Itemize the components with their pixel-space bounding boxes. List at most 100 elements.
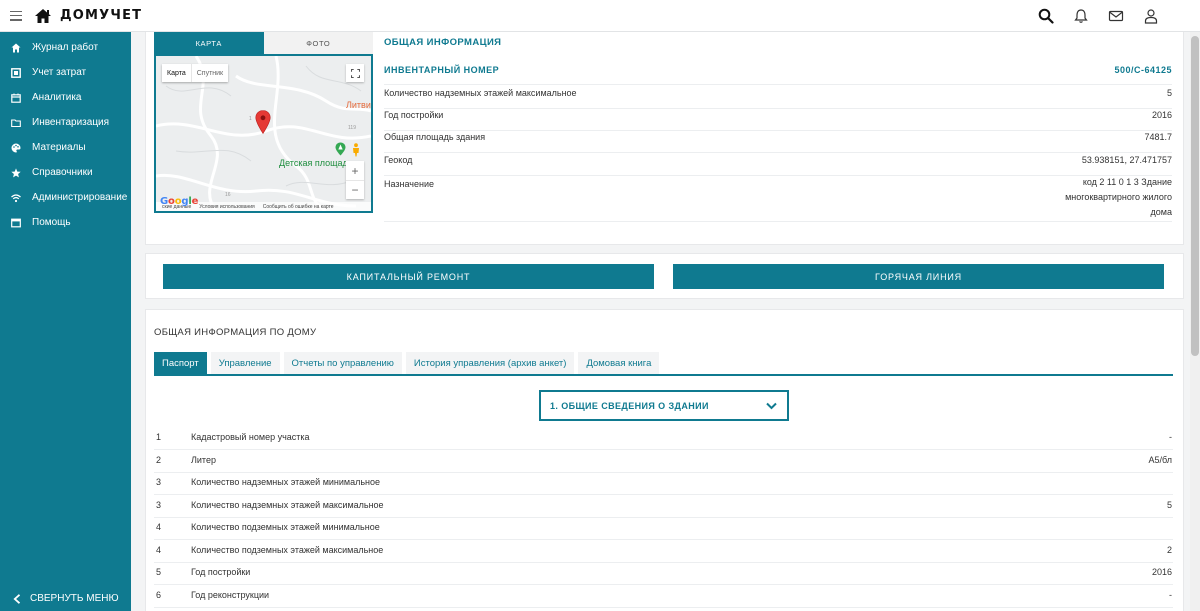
google-logo: Google xyxy=(160,196,199,207)
sidebar-item-help[interactable]: Помощь xyxy=(0,210,131,235)
map-view[interactable]: Карта Спутник 1 119 16 Литви Детская пло… xyxy=(154,54,373,213)
row-label: Год постройки xyxy=(191,567,251,577)
row-number: 3 xyxy=(156,500,162,510)
map-road-label: 16 xyxy=(225,192,231,198)
inventory-number-label: ИНВЕНТАРНЫЙ НОМЕР xyxy=(384,65,500,75)
sidebar-item-label: Помощь xyxy=(32,217,71,228)
search-icon[interactable] xyxy=(1037,7,1055,25)
chevron-down-icon xyxy=(766,402,777,409)
collapse-menu-label: СВЕРНУТЬ МЕНЮ xyxy=(30,593,119,604)
row-number: 1 xyxy=(156,432,162,442)
map-report-link[interactable]: Сообщить об ошибке на карте xyxy=(263,204,334,210)
calendar-icon xyxy=(11,93,21,103)
top-bar: ДОМУЧЕТ xyxy=(0,0,1200,32)
sidebar-item-references[interactable]: Справочники xyxy=(0,160,131,185)
street-view-pegman-icon[interactable] xyxy=(352,143,360,157)
table-row: 4 Количество подземных этажей минимально… xyxy=(154,518,1173,540)
map-road-label: 1 xyxy=(249,116,252,122)
row-value: - xyxy=(1169,590,1172,600)
table-row: 3 Количество надземных этажей минимально… xyxy=(154,473,1173,495)
tab-house-book[interactable]: Домовая книга xyxy=(578,352,660,374)
fullscreen-icon[interactable] xyxy=(346,64,364,82)
hotline-button[interactable]: ГОРЯЧАЯ ЛИНИЯ xyxy=(673,264,1164,289)
info-row-value: 2016 xyxy=(1151,110,1172,120)
zoom-out-button[interactable]: − xyxy=(346,180,364,199)
table-row: 2 Литер А5/бл xyxy=(154,451,1173,473)
tab-management-history[interactable]: История управления (архив анкет) xyxy=(405,352,575,374)
tab-passport[interactable]: Паспорт xyxy=(154,352,207,374)
row-number: 4 xyxy=(156,522,162,532)
info-row: Назначение код 2 11 0 1 3 Здание многокв… xyxy=(384,175,1172,222)
row-value: - xyxy=(1169,432,1172,442)
table-row: 5 Год постройки 2016 xyxy=(154,563,1173,585)
table-row: 3 Количество надземных этажей максимальн… xyxy=(154,496,1173,518)
window-icon xyxy=(11,218,21,227)
row-label: Кадастровый номер участка xyxy=(191,432,310,442)
sidebar-item-analytics[interactable]: Аналитика xyxy=(0,85,131,110)
row-label: Количество надземных этажей максимальное xyxy=(191,500,384,510)
map-terms-link[interactable]: Условия использования xyxy=(199,204,255,210)
tab-photo[interactable]: ФОТО xyxy=(263,32,373,54)
row-value: 2 xyxy=(1166,545,1172,555)
sidebar-item-label: Материалы xyxy=(32,142,86,153)
sidebar-nav: Журнал работ Учет затрат Аналитика Инвен… xyxy=(0,32,131,235)
map-zoom-control: + − xyxy=(346,161,364,199)
map-road-label: 119 xyxy=(348,125,356,131)
info-row-label: Геокод xyxy=(384,155,413,165)
palette-icon xyxy=(11,143,21,152)
map-tabs: КАРТА ФОТО xyxy=(154,32,373,54)
sidebar: Журнал работ Учет затрат Аналитика Инвен… xyxy=(0,32,131,611)
sidebar-item-materials[interactable]: Материалы xyxy=(0,135,131,160)
sidebar-item-label: Журнал работ xyxy=(32,42,99,53)
row-label: Количество надземных этажей минимальное xyxy=(191,477,381,487)
collapse-menu-button[interactable]: СВЕРНУТЬ МЕНЮ xyxy=(13,593,119,604)
general-info-title: ОБЩАЯ ИНФОРМАЦИЯ xyxy=(384,37,502,48)
sidebar-item-costs[interactable]: Учет затрат xyxy=(0,60,131,85)
scrollbar-thumb[interactable] xyxy=(1191,36,1199,356)
map-type-satellite[interactable]: Спутник xyxy=(190,64,228,82)
wallet-icon xyxy=(11,67,21,78)
row-number: 5 xyxy=(156,567,162,577)
row-label: Год реконструкции xyxy=(191,590,270,600)
sidebar-item-label: Аналитика xyxy=(32,92,82,103)
playground-pin-icon[interactable] xyxy=(335,142,346,156)
sidebar-item-administration[interactable]: Администрирование xyxy=(0,185,131,210)
row-number: 4 xyxy=(156,545,162,555)
home-icon xyxy=(35,8,51,23)
wifi-icon xyxy=(11,193,21,202)
row-label: Количество подземных этажей минимальное xyxy=(191,522,380,532)
home-icon xyxy=(11,43,21,52)
tab-management-reports[interactable]: Отчеты по управлению xyxy=(283,352,402,374)
zoom-in-button[interactable]: + xyxy=(346,161,364,180)
info-row: Геокод 53.938151, 27.471757 xyxy=(384,155,1172,176)
folder-icon xyxy=(11,118,21,127)
info-row-label: Назначение xyxy=(384,179,435,189)
info-row-value: 5 xyxy=(1166,88,1172,98)
info-row-label: Количество надземных этажей максимальное xyxy=(384,88,577,98)
tab-management[interactable]: Управление xyxy=(210,352,280,374)
house-info-title: ОБЩАЯ ИНФОРМАЦИЯ ПО ДОМУ xyxy=(154,327,317,338)
capital-repair-button[interactable]: КАПИТАЛЬНЫЙ РЕМОНТ xyxy=(163,264,654,289)
logo-text: ДОМУЧЕТ xyxy=(60,8,143,23)
tab-map[interactable]: КАРТА xyxy=(154,32,264,54)
section-select[interactable]: 1. ОБЩИЕ СВЕДЕНИЯ О ЗДАНИИ xyxy=(539,390,789,421)
bell-icon[interactable] xyxy=(1072,7,1090,25)
star-icon xyxy=(11,167,21,177)
user-icon[interactable] xyxy=(1142,7,1160,25)
row-number: 3 xyxy=(156,477,162,487)
sidebar-item-inventory[interactable]: Инвентаризация xyxy=(0,110,131,135)
row-label: Количество подземных этажей максимальное xyxy=(191,545,384,555)
info-row-value: код 2 11 0 1 3 Здание многоквартирного ж… xyxy=(1065,177,1172,217)
map-type-map[interactable]: Карта xyxy=(162,64,191,82)
sidebar-item-label: Инвентаризация xyxy=(32,117,110,128)
table-row: 4 Количество подземных этажей максимальн… xyxy=(154,541,1173,563)
info-row-value: 7481.7 xyxy=(1144,132,1172,142)
sidebar-item-work-log[interactable]: Журнал работ xyxy=(0,35,131,60)
menu-icon[interactable] xyxy=(10,10,22,21)
inventory-number-value: 500/С-64125 xyxy=(1114,65,1172,75)
mail-icon[interactable] xyxy=(1107,7,1125,25)
logo[interactable]: ДОМУЧЕТ xyxy=(34,8,142,24)
location-pin-icon[interactable] xyxy=(255,110,271,134)
info-row-value: 53.938151, 27.471757 xyxy=(1081,155,1172,165)
table-row: 1 Кадастровый номер участка - xyxy=(154,428,1173,450)
